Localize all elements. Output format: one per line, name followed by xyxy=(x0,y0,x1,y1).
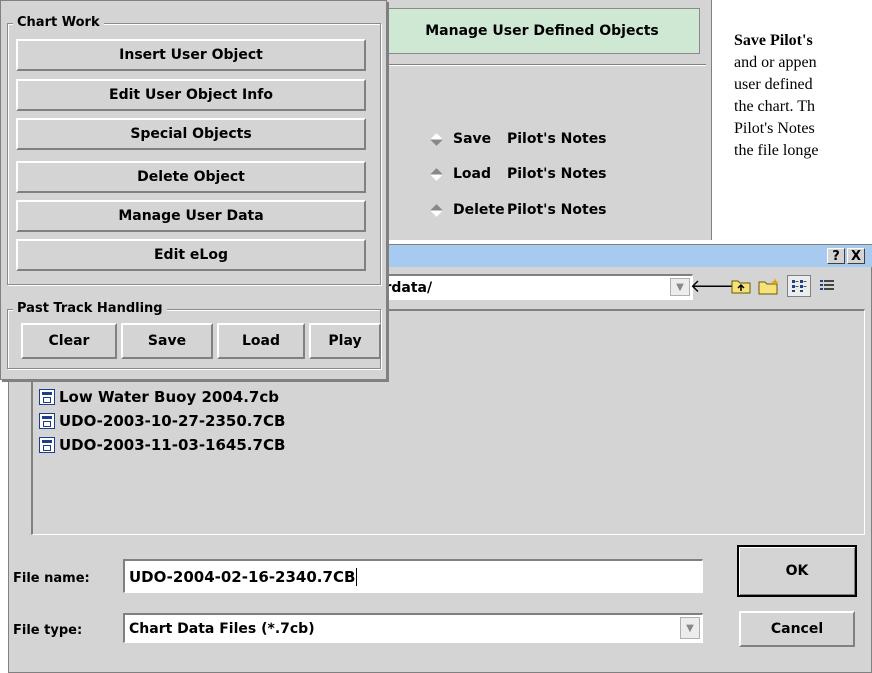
up-folder-icon[interactable] xyxy=(729,275,753,297)
list-item[interactable]: UDO-2003-10-27-2350.7CB xyxy=(39,411,285,431)
doc-line: Pilot's Notes xyxy=(734,120,815,137)
filetype-label: File type: xyxy=(13,623,83,638)
button-label: Save xyxy=(147,333,187,349)
button-label: Play xyxy=(328,333,362,349)
button-label: Edit User Object Info xyxy=(109,87,273,103)
details-view-icon[interactable] xyxy=(815,275,839,297)
close-button[interactable]: X xyxy=(847,248,865,264)
list-item[interactable]: UDO-2003-11-03-1645.7CB xyxy=(39,435,285,455)
udo-option-object: Pilot's Notes xyxy=(507,166,607,182)
udo-divider xyxy=(380,64,706,66)
filename-value: UDO-2004-02-16-2340.7CB xyxy=(129,567,356,586)
list-item[interactable]: Low Water Buoy 2004.7cb xyxy=(39,387,279,407)
file-name: UDO-2003-11-03-1645.7CB xyxy=(59,436,286,454)
cancel-button[interactable]: Cancel xyxy=(739,611,855,647)
file-icon xyxy=(39,437,55,453)
text-cursor xyxy=(356,567,358,586)
edit-user-object-info-button[interactable]: Edit User Object Info xyxy=(16,79,366,111)
path-combo[interactable]: erdata/ ▼ xyxy=(369,274,693,300)
combo-arrow-button[interactable]: ▼ xyxy=(670,278,690,296)
doc-heading: Save Pilot's xyxy=(734,32,813,49)
button-label: Insert User Object xyxy=(119,47,263,63)
track-save-button[interactable]: Save xyxy=(121,323,213,359)
doc-line: the file longe xyxy=(734,142,819,159)
radio-icon xyxy=(430,132,443,146)
file-icon xyxy=(39,413,55,429)
help-button[interactable]: ? xyxy=(827,248,845,264)
back-icon[interactable]: 🡐 xyxy=(690,275,738,297)
special-objects-button[interactable]: Special Objects xyxy=(16,118,366,150)
chart-work-panel: Chart Work Insert User Object Edit User … xyxy=(0,0,387,380)
udo-option-object: Pilot's Notes xyxy=(507,131,607,147)
udo-option-verb: Delete xyxy=(453,202,505,218)
document-text: Save Pilot's and or appen user defined t… xyxy=(734,30,872,162)
track-load-button[interactable]: Load xyxy=(217,323,305,359)
filename-label: File name: xyxy=(13,571,90,586)
udo-option-load[interactable]: Load Pilot's Notes xyxy=(430,164,700,184)
filename-input[interactable]: UDO-2004-02-16-2340.7CB xyxy=(123,559,703,593)
radio-icon xyxy=(430,203,443,217)
list-view-icon[interactable] xyxy=(787,275,811,297)
filetype-value: Chart Data Files (*.7cb) xyxy=(129,620,315,637)
doc-line: user defined xyxy=(734,76,813,93)
doc-line: the chart. Th xyxy=(734,98,816,115)
udo-title: Manage User Defined Objects xyxy=(425,23,659,39)
button-label: Special Objects xyxy=(130,126,252,142)
button-label: Delete Object xyxy=(137,169,245,185)
combo-arrow-button[interactable]: ▼ xyxy=(680,617,700,639)
insert-user-object-button[interactable]: Insert User Object xyxy=(16,39,366,71)
close-label: X xyxy=(850,248,862,264)
udo-option-verb: Save xyxy=(453,131,492,147)
past-track-label: Past Track Handling xyxy=(13,301,167,316)
udo-panel: Manage User Defined Objects Save Pilot's… xyxy=(372,0,712,240)
udo-option-object: Pilot's Notes xyxy=(507,202,607,218)
edit-elog-button[interactable]: Edit eLog xyxy=(16,239,366,271)
manage-user-data-button[interactable]: Manage User Data xyxy=(16,200,366,232)
file-name: Low Water Buoy 2004.7cb xyxy=(59,388,279,406)
button-label: Manage User Data xyxy=(118,208,264,224)
udo-option-verb: Load xyxy=(453,166,492,182)
ok-button[interactable]: OK xyxy=(737,545,857,597)
udo-option-delete[interactable]: Delete Pilot's Notes xyxy=(430,200,700,220)
radio-icon xyxy=(430,167,443,181)
track-clear-button[interactable]: Clear xyxy=(21,323,117,359)
button-label: Edit eLog xyxy=(153,247,228,263)
track-play-button[interactable]: Play xyxy=(309,323,381,359)
udo-option-save[interactable]: Save Pilot's Notes xyxy=(430,129,700,149)
ok-label: OK xyxy=(785,563,809,579)
button-label: Clear xyxy=(48,333,90,349)
udo-title-bar: Manage User Defined Objects xyxy=(384,8,700,54)
help-label: ? xyxy=(832,248,840,264)
filetype-combo[interactable]: Chart Data Files (*.7cb) ▼ xyxy=(123,613,703,643)
file-name: UDO-2003-10-27-2350.7CB xyxy=(59,412,286,430)
button-label: Load xyxy=(241,333,280,349)
new-folder-icon[interactable] xyxy=(757,275,781,297)
doc-line: and or appen xyxy=(734,54,817,71)
delete-object-button[interactable]: Delete Object xyxy=(16,161,366,193)
cancel-label: Cancel xyxy=(770,621,824,637)
file-icon xyxy=(39,389,55,405)
chart-work-label: Chart Work xyxy=(13,15,104,30)
